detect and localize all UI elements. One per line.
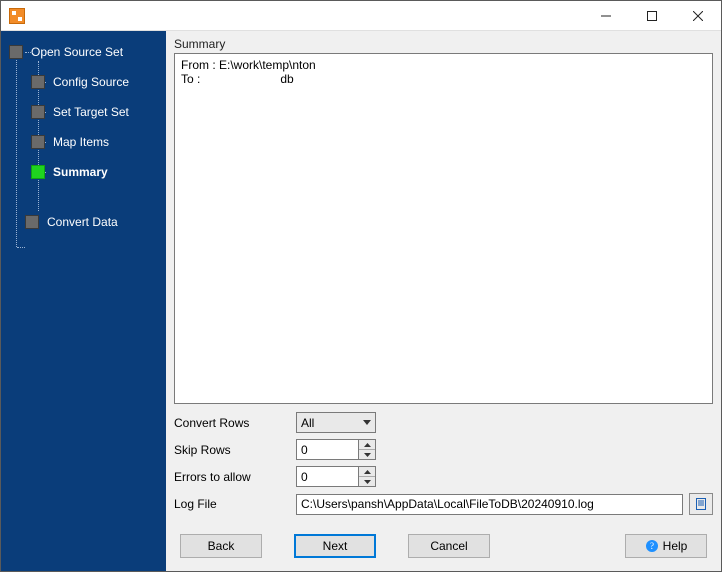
spin-up-icon[interactable]	[359, 467, 375, 476]
maximize-icon	[647, 11, 657, 21]
back-button[interactable]: Back	[180, 534, 262, 558]
step-label: Config Source	[53, 75, 129, 89]
errors-allow-input[interactable]	[296, 466, 358, 487]
wizard-button-bar: Back Next Cancel ? Help	[166, 521, 721, 571]
document-icon	[694, 497, 708, 511]
convert-rows-value: All	[297, 416, 359, 430]
browse-logfile-button[interactable]	[689, 493, 713, 515]
spin-down-icon[interactable]	[359, 449, 375, 459]
main-panel: Summary From : E:\work\temp\nton To : db…	[166, 31, 721, 571]
step-open-source-set[interactable]: Open Source Set	[1, 37, 166, 67]
summary-label: Summary	[166, 31, 721, 53]
step-set-target-set[interactable]: Set Target Set	[1, 97, 166, 127]
step-box-icon	[31, 75, 45, 89]
maximize-button[interactable]	[629, 1, 675, 31]
errors-allow-spinner[interactable]	[296, 466, 376, 487]
convert-rows-label: Convert Rows	[174, 416, 296, 430]
summary-textarea[interactable]: From : E:\work\temp\nton To : db	[174, 53, 713, 404]
logfile-input[interactable]	[296, 494, 683, 515]
step-summary[interactable]: Summary	[1, 157, 166, 187]
step-convert-data[interactable]: Convert Data	[1, 207, 166, 237]
step-box-icon	[31, 165, 45, 179]
help-button[interactable]: ? Help	[625, 534, 707, 558]
spin-up-icon[interactable]	[359, 440, 375, 449]
step-config-source[interactable]: Config Source	[1, 67, 166, 97]
options-form: Convert Rows All Skip Rows	[166, 412, 721, 521]
minimize-button[interactable]	[583, 1, 629, 31]
cancel-button[interactable]: Cancel	[408, 534, 490, 558]
app-icon	[9, 8, 25, 24]
step-box-icon	[31, 135, 45, 149]
logfile-label: Log File	[174, 497, 296, 511]
minimize-icon	[601, 11, 611, 21]
chevron-down-icon	[359, 413, 375, 432]
skip-rows-label: Skip Rows	[174, 443, 296, 457]
step-label: Summary	[53, 165, 108, 179]
skip-rows-input[interactable]	[296, 439, 358, 460]
step-box-icon	[25, 215, 39, 229]
step-label: Set Target Set	[53, 105, 129, 119]
step-label: Map Items	[53, 135, 109, 149]
skip-rows-spinner[interactable]	[296, 439, 376, 460]
step-map-items[interactable]: Map Items	[1, 127, 166, 157]
help-icon: ?	[645, 539, 659, 553]
step-label: Open Source Set	[31, 45, 123, 59]
step-box-icon	[9, 45, 23, 59]
titlebar	[1, 1, 721, 31]
step-box-icon	[31, 105, 45, 119]
app-window: Open Source Set Config Source Set Target…	[0, 0, 722, 572]
spin-down-icon[interactable]	[359, 476, 375, 486]
convert-rows-select[interactable]: All	[296, 412, 376, 433]
close-icon	[693, 11, 703, 21]
close-button[interactable]	[675, 1, 721, 31]
wizard-sidebar: Open Source Set Config Source Set Target…	[1, 31, 166, 571]
step-label: Convert Data	[47, 215, 118, 229]
errors-allow-label: Errors to allow	[174, 470, 296, 484]
svg-text:?: ?	[650, 541, 654, 551]
next-button[interactable]: Next	[294, 534, 376, 558]
